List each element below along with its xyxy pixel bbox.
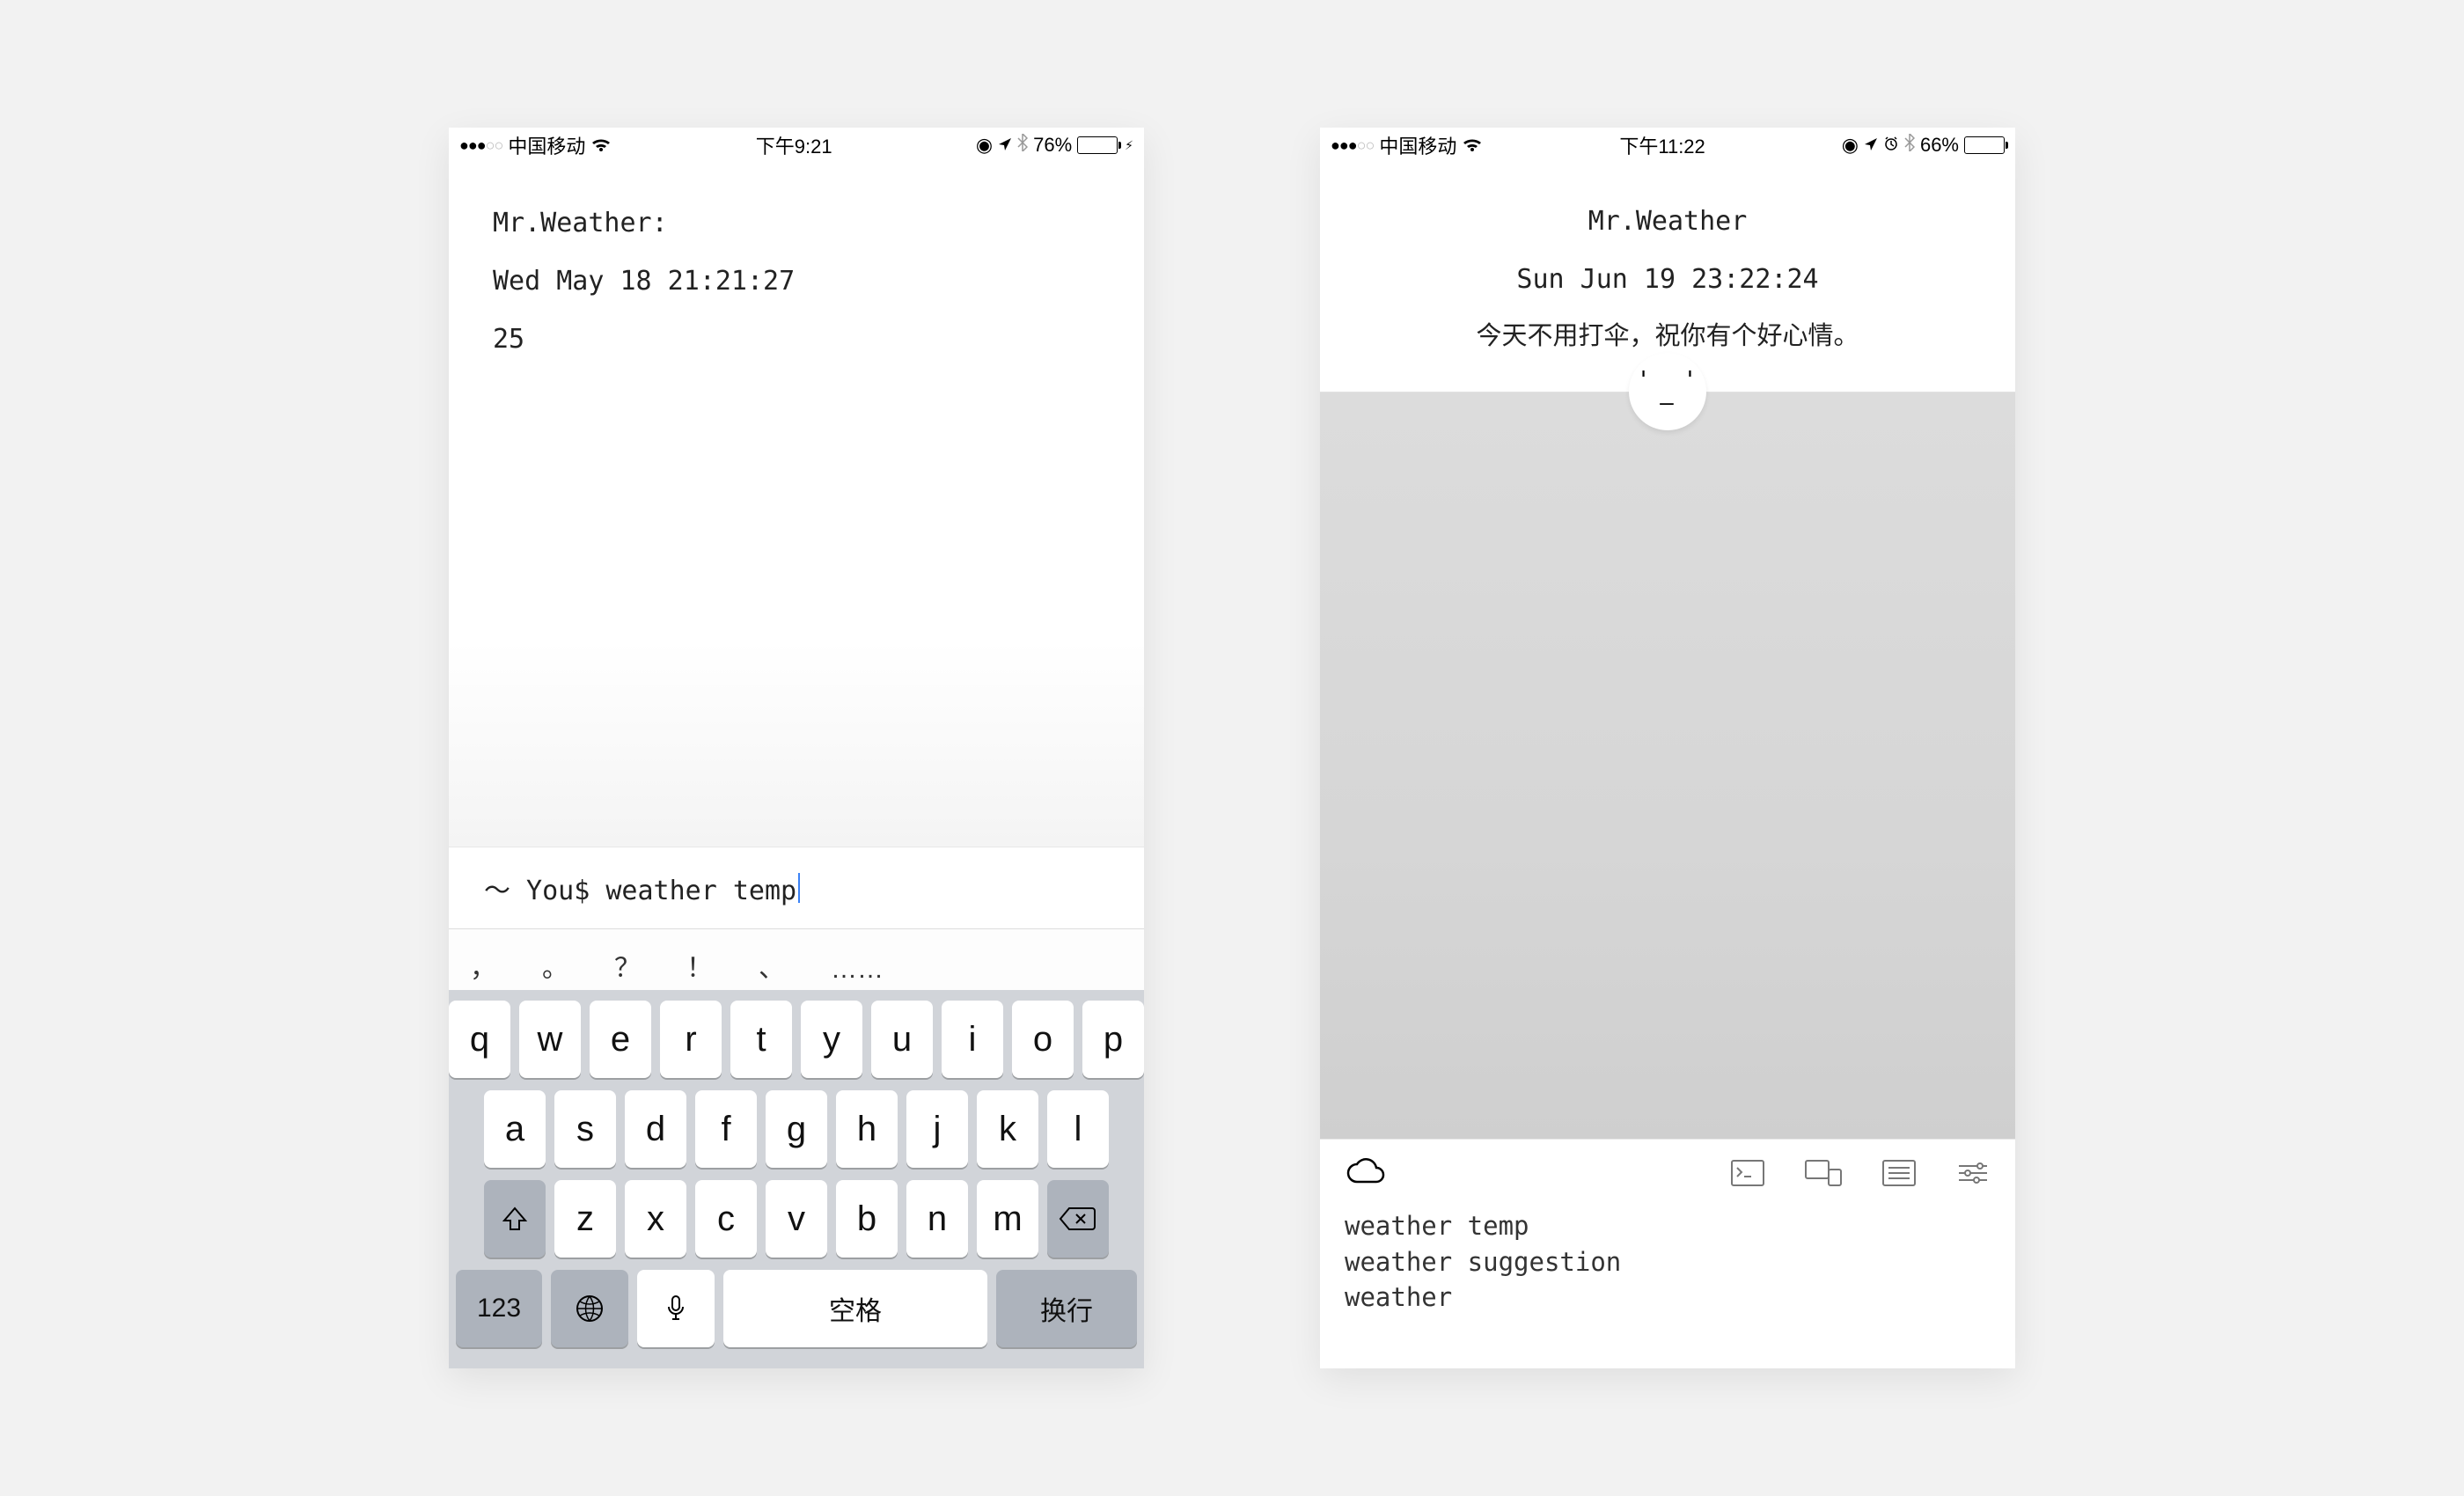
- key-i[interactable]: i: [942, 1001, 1003, 1078]
- output-line: Mr.Weather:: [493, 194, 1100, 253]
- command-item[interactable]: weather suggestion: [1345, 1244, 1991, 1280]
- key-b[interactable]: b: [836, 1180, 898, 1258]
- key-r[interactable]: r: [660, 1001, 722, 1078]
- status-time: 下午11:22: [1619, 131, 1705, 159]
- key-p[interactable]: p: [1082, 1001, 1144, 1078]
- command-item[interactable]: weather temp: [1345, 1208, 1991, 1244]
- do-not-disturb-icon: ◉: [976, 134, 993, 157]
- suggestion-key[interactable]: 、: [759, 946, 785, 985]
- suggestion-key[interactable]: ……: [831, 955, 884, 985]
- command-item[interactable]: weather: [1345, 1280, 1991, 1316]
- key-y[interactable]: y: [801, 1001, 862, 1078]
- key-o[interactable]: o: [1012, 1001, 1074, 1078]
- return-key[interactable]: 换行: [996, 1270, 1137, 1347]
- keyboard: q w e r t y u i o p a s d f g h j k l: [449, 990, 1144, 1368]
- key-l[interactable]: l: [1047, 1090, 1109, 1168]
- location-icon: [1864, 134, 1878, 157]
- bottom-toolbar: [1320, 1139, 2015, 1203]
- status-bar: ●●●○○ 中国移动 下午9:21 ◉ 76% ⚡︎: [449, 128, 1144, 163]
- punctuation-suggestions: ， 。 ？ ！ 、 ……: [449, 928, 1144, 990]
- key-u[interactable]: u: [871, 1001, 933, 1078]
- key-t[interactable]: t: [730, 1001, 792, 1078]
- status-bar: ●●●○○ 中国移动 下午11:22 ◉ 66%: [1320, 128, 2015, 163]
- charging-icon: ⚡︎: [1125, 138, 1133, 153]
- list-icon[interactable]: [1881, 1159, 1917, 1187]
- settings-icon[interactable]: [1955, 1159, 1991, 1187]
- suggestion-key[interactable]: ！: [686, 946, 713, 985]
- key-f[interactable]: f: [695, 1090, 757, 1168]
- dictation-key[interactable]: [637, 1270, 715, 1347]
- backspace-key[interactable]: [1047, 1180, 1109, 1258]
- command-input[interactable]: ～ You$ weather temp: [449, 847, 1144, 928]
- wifi-icon: [590, 137, 612, 153]
- key-s[interactable]: s: [554, 1090, 616, 1168]
- key-j[interactable]: j: [906, 1090, 968, 1168]
- output-line: 25: [493, 311, 1100, 369]
- output-line: Wed May 18 21:21:27: [493, 253, 1100, 311]
- battery-icon: [1077, 136, 1118, 154]
- prompt-text: ～ You$ weather temp: [484, 869, 796, 907]
- shift-key[interactable]: [484, 1180, 546, 1258]
- devices-icon[interactable]: [1804, 1159, 1843, 1187]
- phone-screen-right: ●●●○○ 中国移动 下午11:22 ◉ 66% Mr.Weather: [1320, 128, 2015, 1368]
- suggestion-key[interactable]: ？: [614, 946, 641, 985]
- smiley-icon: ' '—: [1637, 369, 1699, 414]
- key-d[interactable]: d: [625, 1090, 686, 1168]
- main-canvas: [1320, 392, 2015, 1139]
- key-n[interactable]: n: [906, 1180, 968, 1258]
- suggestion-key[interactable]: ，: [470, 946, 496, 985]
- key-h[interactable]: h: [836, 1090, 898, 1168]
- key-c[interactable]: c: [695, 1180, 757, 1258]
- phone-screen-left: ●●●○○ 中国移动 下午9:21 ◉ 76% ⚡︎ Mr.Weather: W…: [449, 128, 1144, 1368]
- key-x[interactable]: x: [625, 1180, 686, 1258]
- key-e[interactable]: e: [590, 1001, 651, 1078]
- key-m[interactable]: m: [977, 1180, 1038, 1258]
- battery-percent: 66%: [1920, 134, 1959, 157]
- text-cursor: [798, 873, 800, 903]
- suggestion-key[interactable]: 。: [542, 946, 568, 985]
- bluetooth-icon: [1017, 134, 1028, 157]
- terminal-output: Mr.Weather: Wed May 18 21:21:27 25: [449, 163, 1144, 847]
- key-k[interactable]: k: [977, 1090, 1038, 1168]
- numeric-key[interactable]: 123: [456, 1270, 542, 1347]
- battery-icon: [1964, 136, 2005, 154]
- space-key[interactable]: 空格: [723, 1270, 987, 1347]
- key-g[interactable]: g: [766, 1090, 827, 1168]
- key-z[interactable]: z: [554, 1180, 616, 1258]
- alarm-icon: [1883, 134, 1899, 157]
- wifi-icon: [1462, 137, 1483, 153]
- signal-dots: ●●●○○: [1331, 136, 1374, 155]
- signal-dots: ●●●○○: [459, 136, 502, 155]
- location-icon: [998, 134, 1012, 157]
- carrier-label: 中国移动: [1379, 131, 1456, 159]
- face-handle[interactable]: ' '—: [1629, 353, 1706, 430]
- terminal-icon[interactable]: [1730, 1159, 1765, 1187]
- key-v[interactable]: v: [766, 1180, 827, 1258]
- header-datetime: Sun Jun 19 23:22:24: [1355, 251, 1980, 309]
- bluetooth-icon: [1904, 134, 1915, 157]
- key-w[interactable]: w: [519, 1001, 581, 1078]
- do-not-disturb-icon: ◉: [1842, 134, 1859, 157]
- carrier-label: 中国移动: [508, 131, 585, 159]
- app-title: Mr.Weather: [1355, 193, 1980, 251]
- battery-percent: 76%: [1033, 134, 1072, 157]
- weather-header: Mr.Weather Sun Jun 19 23:22:24 今天不用打伞，祝你…: [1320, 163, 2015, 392]
- cloud-icon[interactable]: [1345, 1157, 1387, 1189]
- key-q[interactable]: q: [449, 1001, 510, 1078]
- status-time: 下午9:21: [756, 131, 832, 159]
- key-a[interactable]: a: [484, 1090, 546, 1168]
- command-list: weather temp weather suggestion weather: [1320, 1203, 2015, 1368]
- globe-key[interactable]: [551, 1270, 628, 1347]
